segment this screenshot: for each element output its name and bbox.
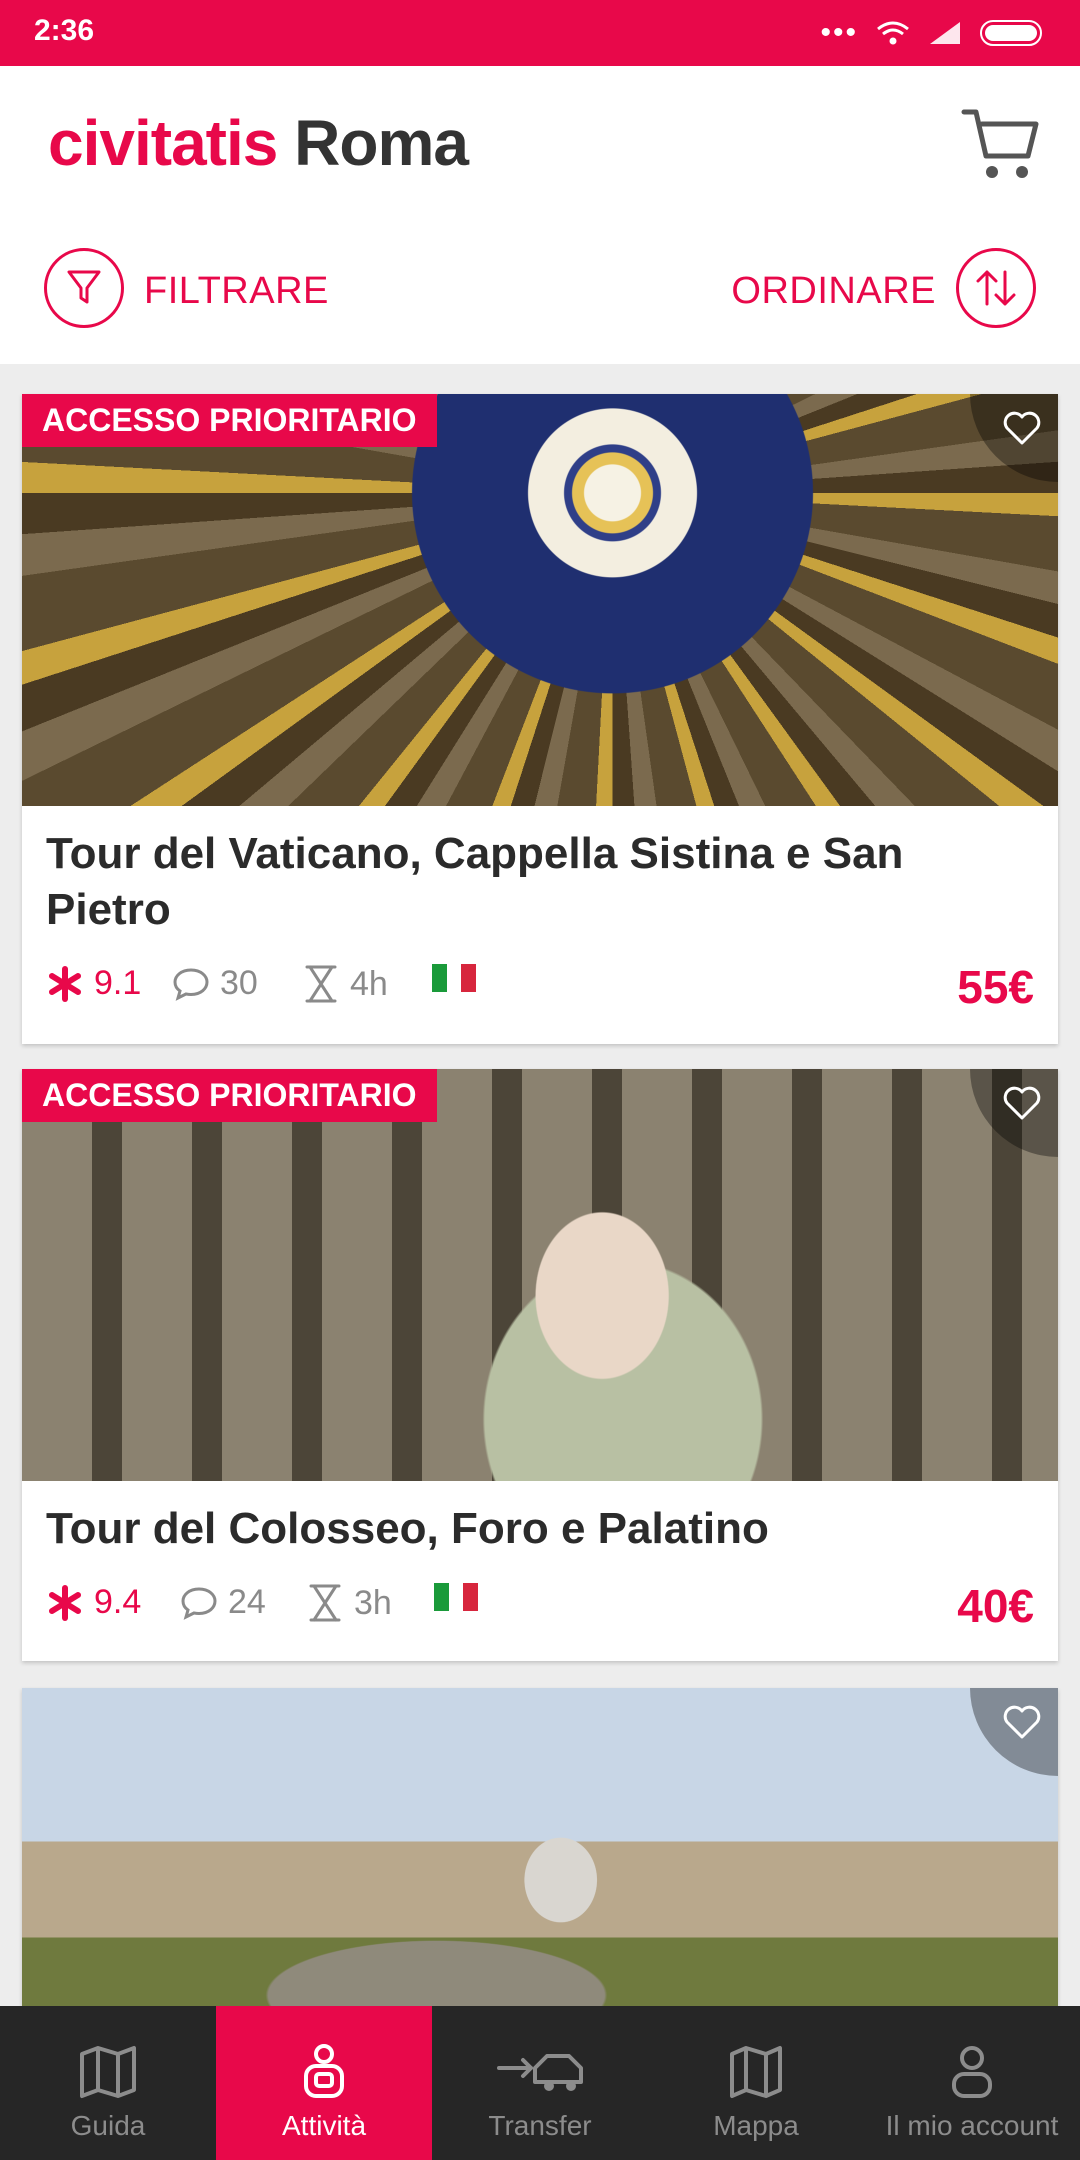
priority-badge: ACCESSO PRIORITARIO — [22, 394, 437, 447]
status-icons: ••• — [820, 16, 1046, 50]
italy-flag-icon — [432, 964, 477, 992]
wifi-icon — [877, 21, 909, 45]
nav-guida[interactable]: Guida — [0, 2006, 216, 2160]
sort-label[interactable]: ORDINARE — [731, 270, 936, 313]
rating-star-icon — [49, 1584, 81, 1621]
app-bar: civitatis Roma FILTRARE ORDINARE — [0, 66, 1080, 364]
favorite-button[interactable] — [970, 394, 1058, 482]
duration: 4h — [302, 964, 388, 1004]
priority-badge: ACCESSO PRIORITARIO — [22, 1069, 437, 1122]
status-time: 2:36 — [34, 14, 95, 47]
bottom-navigation: Guida Attività Transfer Mappa Il mio acc… — [0, 2006, 1080, 2160]
duration: 3h — [306, 1583, 392, 1623]
activities-icon — [304, 2044, 344, 2098]
brand-logo: civitatis — [48, 107, 278, 179]
favorite-button[interactable] — [970, 1688, 1058, 1776]
brand-title: civitatis Roma — [48, 106, 469, 180]
language-flag — [432, 964, 477, 992]
activity-meta: 9.1 30 4h 55€ — [22, 938, 1058, 1034]
cart-icon[interactable] — [960, 102, 1042, 184]
activity-image-dome: ACCESSO PRIORITARIO — [22, 394, 1058, 806]
nav-label: Guida — [70, 2110, 146, 2141]
nav-mappa[interactable]: Mappa — [648, 2006, 864, 2160]
more-dots-icon: ••• — [820, 16, 858, 49]
nav-label: Attività — [281, 2110, 367, 2141]
rating: 9.4 — [46, 1583, 141, 1622]
reviews: 30 — [172, 964, 258, 1003]
rating: 9.1 — [46, 964, 141, 1003]
activity-title: Tour del Vaticano, Cappella Sistina e Sa… — [46, 829, 904, 934]
italy-flag-icon — [434, 1583, 479, 1611]
activity-card[interactable]: ACCESSO PRIORITARIO Tour del Vaticano, C… — [22, 394, 1058, 1044]
city-name: Roma — [294, 107, 469, 179]
activity-card[interactable]: ACCESSO PRIORITARIO Tour del Colosseo, F… — [22, 1069, 1058, 1661]
activity-image-tiber-bridge — [22, 1688, 1058, 2008]
battery-icon — [980, 20, 1042, 46]
nav-transfer[interactable]: Transfer — [432, 2006, 648, 2160]
rating-value: 9.4 — [94, 1583, 142, 1621]
nav-label: Mappa — [713, 2110, 799, 2141]
activity-card[interactable] — [22, 1688, 1058, 2008]
status-bar: 2:36 ••• — [0, 0, 1080, 66]
duration-value: 3h — [354, 1583, 392, 1622]
activity-meta: 9.4 24 3h 40€ — [22, 1557, 1058, 1653]
activity-title: Tour del Colosseo, Foro e Palatino — [46, 1504, 769, 1553]
activity-image-colosseum: ACCESSO PRIORITARIO — [22, 1069, 1058, 1481]
nav-label: Il mio account — [885, 2110, 1059, 2141]
nav-label: Transfer — [488, 2110, 592, 2141]
hourglass-icon — [305, 965, 337, 1003]
favorite-button[interactable] — [970, 1069, 1058, 1157]
heart-icon — [1003, 1086, 1041, 1120]
nav-account[interactable]: Il mio account — [864, 2006, 1080, 2160]
language-flag — [434, 1583, 479, 1611]
heart-icon — [1003, 1705, 1041, 1739]
sort-button[interactable] — [956, 248, 1036, 328]
heart-icon — [1003, 411, 1041, 445]
reviews-count: 24 — [228, 1583, 266, 1621]
rating-star-icon — [49, 965, 81, 1002]
comment-icon — [173, 967, 209, 1001]
filter-icon — [67, 270, 101, 304]
price: 55€ — [957, 961, 1034, 1013]
transfer-icon — [497, 2054, 583, 2091]
duration-value: 4h — [350, 964, 388, 1003]
account-icon — [952, 2046, 992, 2098]
price: 40€ — [957, 1580, 1034, 1632]
map-book-icon — [80, 2046, 136, 2098]
nav-attivita[interactable]: Attività — [216, 2006, 432, 2160]
filter-button[interactable] — [44, 248, 124, 328]
sort-arrows-icon — [976, 270, 1016, 306]
reviews-count: 30 — [220, 964, 258, 1002]
rating-value: 9.1 — [94, 964, 142, 1002]
hourglass-icon — [309, 1584, 341, 1622]
filter-label[interactable]: FILTRARE — [144, 270, 329, 313]
filter-sort-row: FILTRARE ORDINARE — [0, 248, 1080, 338]
comment-icon — [181, 1586, 217, 1620]
map-icon — [730, 2046, 782, 2098]
reviews: 24 — [180, 1583, 266, 1622]
signal-icon — [930, 22, 960, 44]
